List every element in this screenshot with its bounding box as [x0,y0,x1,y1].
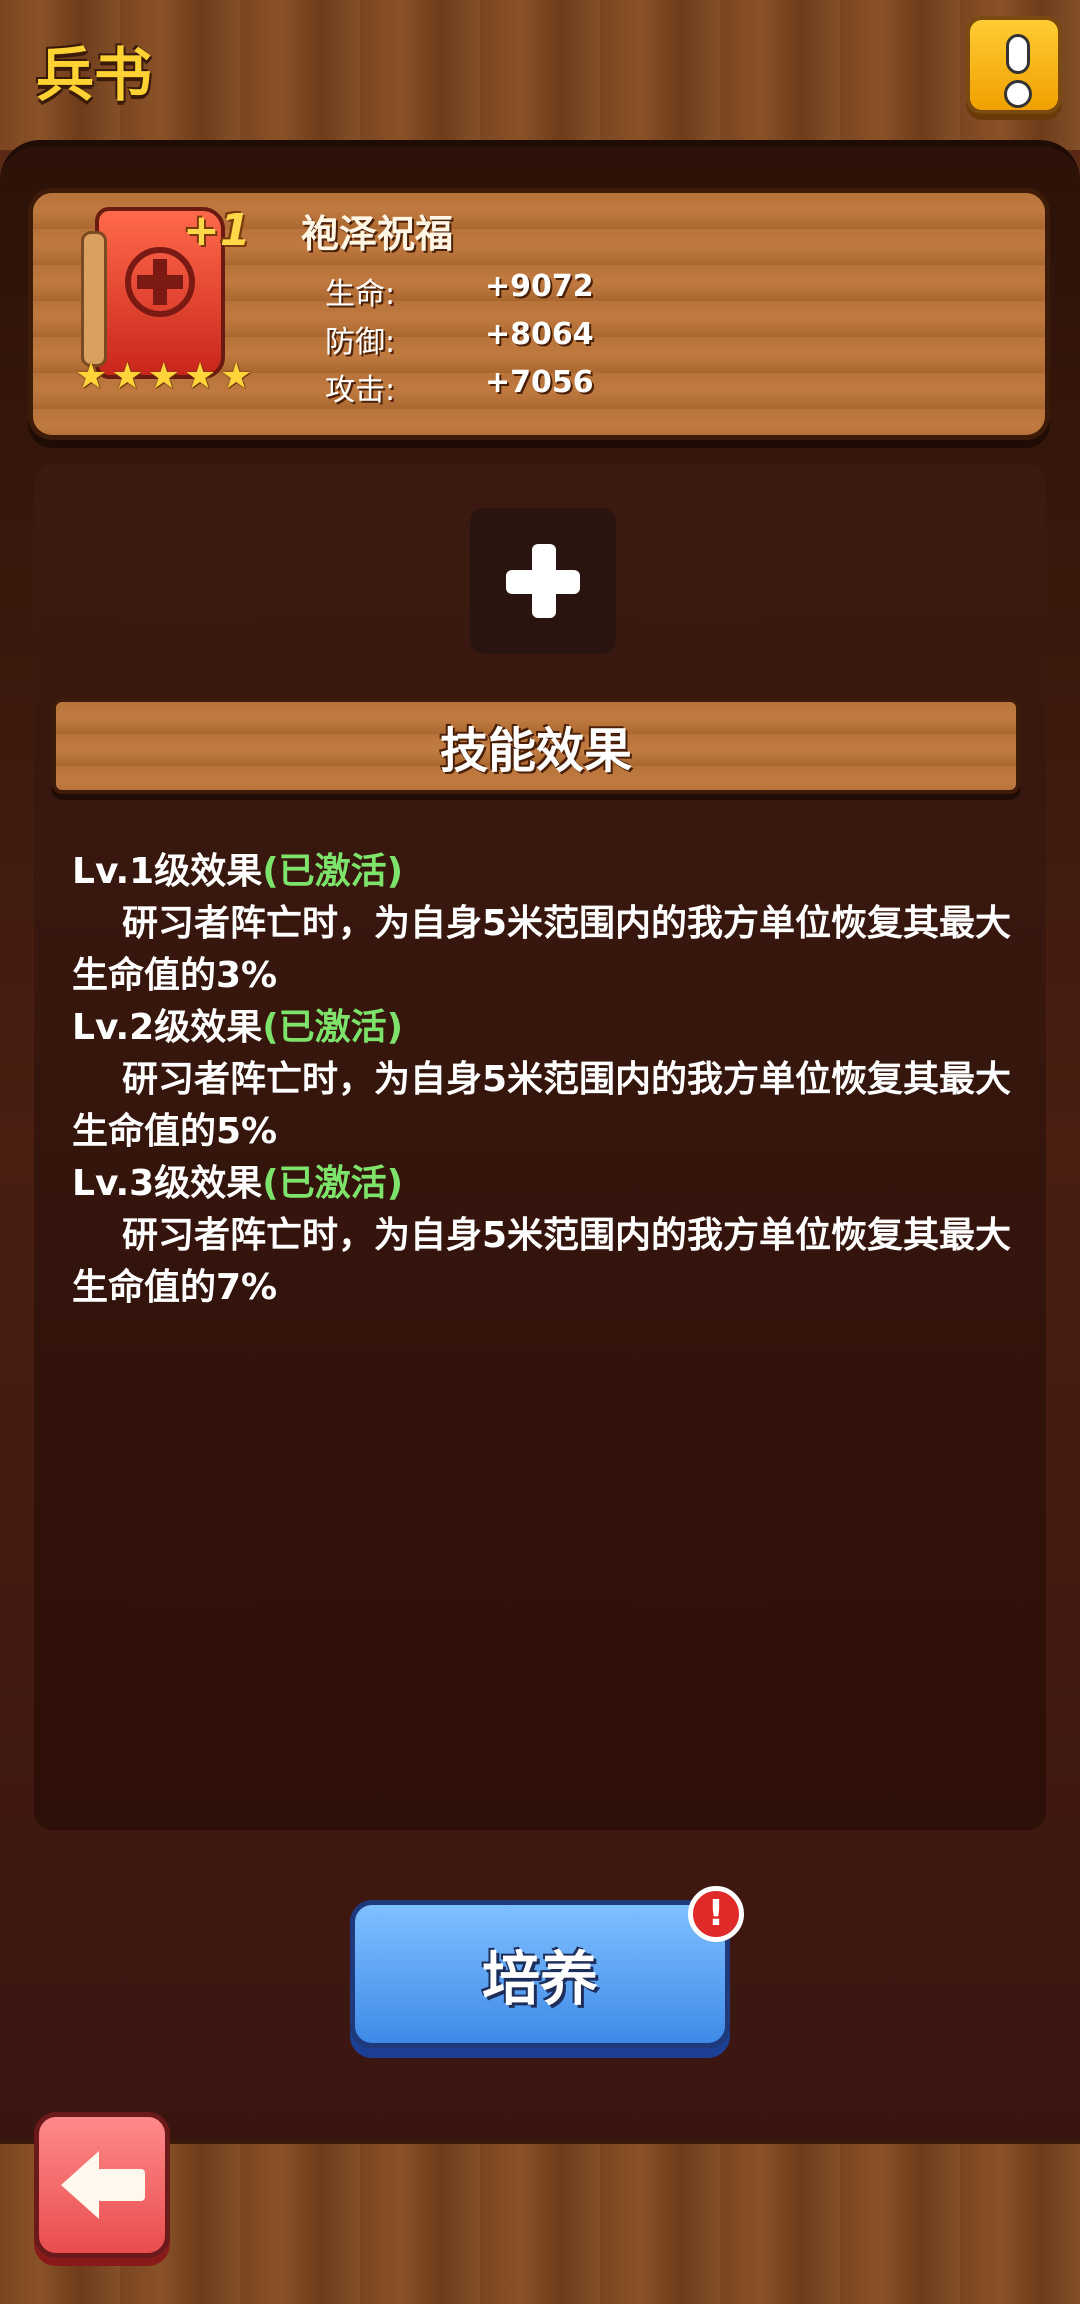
effect-status: (已激活) [262,851,404,892]
effect-item: Lv.2级效果(已激活) 研习者阵亡时，为自身5米范围内的我方单位恢复其最大生命… [72,1002,1012,1158]
skill-effects-list: Lv.1级效果(已激活) 研习者阵亡时，为自身5米范围内的我方单位恢复其最大生命… [72,846,1012,1314]
alert-badge-icon: ! [688,1886,744,1942]
exclamation-dot-icon [1004,80,1032,108]
item-card: +1 ★ ★ ★ ★ ★ 袍泽祝福 生命: +9072 防御: +8064 攻击… [28,188,1050,440]
effect-status: (已激活) [262,1007,404,1048]
effect-desc: 研习者阵亡时，为自身5米范围内的我方单位恢复其最大生命值的7% [72,1215,1012,1308]
stat-value-defense: +8064 [485,317,594,352]
effect-level: Lv.1级效果 [72,851,263,892]
info-button[interactable] [966,16,1062,114]
star-icon: ★ [147,356,180,397]
effect-level: Lv.2级效果 [72,1007,263,1048]
effect-desc: 研习者阵亡时，为自身5米范围内的我方单位恢复其最大生命值的5% [72,1059,1012,1152]
add-slot-button[interactable] [470,508,616,654]
train-button[interactable]: 培养 [350,1900,730,2048]
stat-label-hp: 生命: [325,277,396,312]
effect-item: Lv.1级效果(已激活) 研习者阵亡时，为自身5米范围内的我方单位恢复其最大生命… [72,846,1012,1002]
exclamation-icon [1006,34,1030,74]
star-icon: ★ [75,356,108,397]
effect-item: Lv.3级效果(已激活) 研习者阵亡时，为自身5米范围内的我方单位恢复其最大生命… [72,1158,1012,1314]
back-button[interactable] [34,2112,170,2258]
star-rating: ★ ★ ★ ★ ★ [75,359,252,395]
item-level-badge: +1 [183,205,251,256]
back-arrow-icon [61,2151,99,2219]
top-bar [0,0,1080,150]
star-icon: ★ [220,356,253,397]
stat-value-attack: +7056 [485,365,594,400]
effect-level: Lv.3级效果 [72,1163,263,1204]
item-name: 袍泽祝福 [301,212,454,256]
star-icon: ★ [111,356,144,397]
stat-value-hp: +9072 [485,269,594,304]
star-icon: ★ [183,356,217,397]
effect-desc: 研习者阵亡时，为自身5米范围内的我方单位恢复其最大生命值的3% [72,903,1012,996]
effect-status: (已激活) [262,1163,404,1204]
stat-label-defense: 防御: [325,325,396,360]
stat-label-attack: 攻击: [325,373,396,408]
page-title: 兵书 [36,41,153,109]
skill-effect-header: 技能效果 [52,698,1020,794]
